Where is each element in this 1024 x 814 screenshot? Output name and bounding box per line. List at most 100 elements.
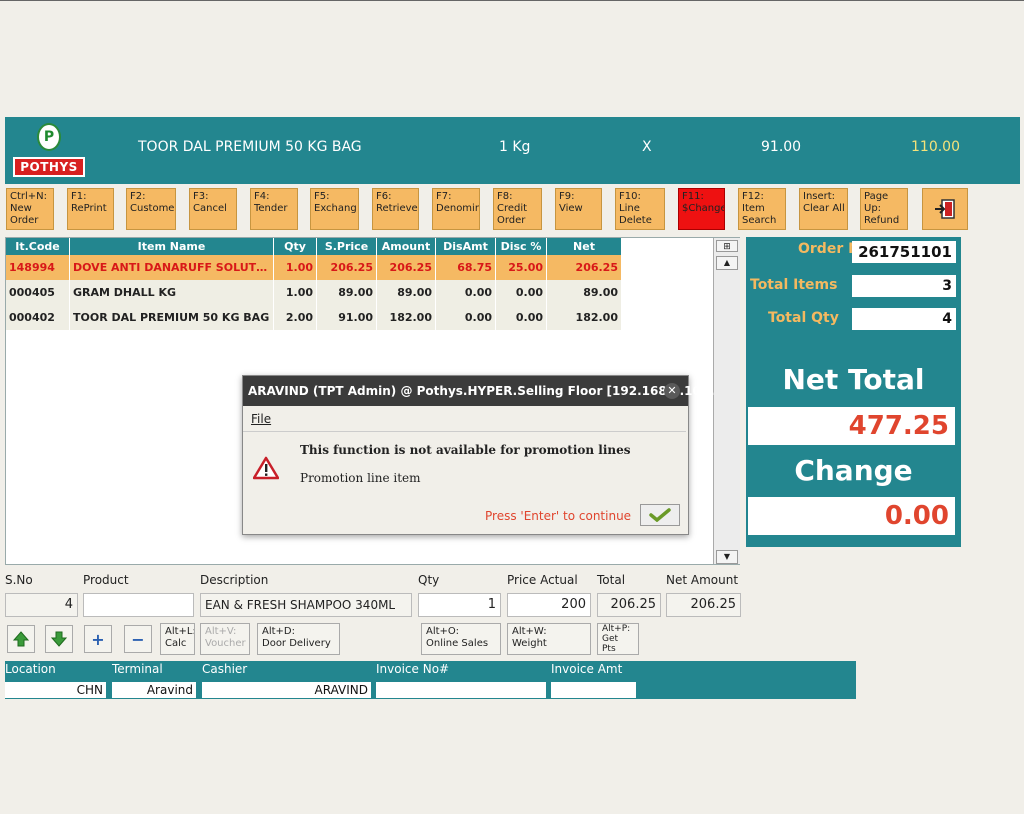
- window-top-border: [0, 0, 1024, 1]
- column-header-sprice[interactable]: S.Price: [317, 238, 377, 255]
- cell-disamt: 68.75: [436, 255, 496, 280]
- voucher-button[interactable]: Alt+V: Voucher: [200, 623, 250, 655]
- exchange-button-line-2: Exchang: [314, 203, 357, 214]
- online-sales-shortcut: Alt+O:: [426, 626, 459, 637]
- item-search-button-line-3: Search: [742, 215, 777, 226]
- column-header-net-amount[interactable]: Net Amount: [547, 238, 622, 270]
- decrease-qty-button[interactable]: −: [124, 625, 152, 653]
- exit-icon: [935, 199, 955, 219]
- calc-label: Calc: [165, 638, 187, 649]
- column-header-disamt[interactable]: DisAmt: [436, 238, 496, 255]
- logo-text: POTHYS: [13, 157, 85, 177]
- header-multiply: X: [642, 139, 652, 155]
- cell-itcode: 148994: [6, 255, 70, 280]
- new-order-button-line-3: Order: [10, 215, 39, 226]
- tender-button[interactable]: F4: Tender: [250, 188, 298, 230]
- weight-label: Weight: [512, 638, 547, 649]
- item-search-button[interactable]: F12: Item Search: [738, 188, 786, 230]
- line-delete-button-line-2: Line: [619, 203, 640, 214]
- door-delivery-shortcut: Alt+D:: [262, 626, 295, 637]
- move-up-button[interactable]: [7, 625, 35, 653]
- table-row[interactable]: 000405 GRAM DHALL KG 1.00 89.00 89.00 0.00 0.0…: [6, 280, 622, 305]
- invoice-amt-value: [551, 682, 636, 698]
- table-row[interactable]: 148994 DOVE ANTI DANARUFF SOLUTI... 1.00 20…: [6, 255, 622, 280]
- net-total-label: Net Total: [782, 363, 925, 396]
- clear-all-button[interactable]: Insert: Clear All: [799, 188, 848, 230]
- cell-disc: 0.00: [496, 280, 547, 305]
- table-row[interactable]: 000402 TOOR DAL PREMIUM 50 KG BAG 2.00 91.0…: [6, 305, 622, 330]
- promotion-error-dialog: ARAVIND (TPT Admin) @ Pothys.HYPER.Selli…: [242, 375, 715, 535]
- net-amount-field: 206.25: [666, 593, 741, 617]
- tender-button-line-1: F4:: [254, 191, 270, 202]
- refund-button-line-3: Refund: [864, 215, 900, 226]
- column-header-itcode[interactable]: It.Code: [6, 238, 70, 255]
- total-label: Total: [597, 573, 626, 587]
- plus-icon: +: [91, 629, 105, 649]
- change-value: 0.00: [748, 497, 955, 535]
- cancel-button[interactable]: F3: Cancel: [189, 188, 237, 230]
- ok-button[interactable]: [640, 504, 680, 526]
- customer-button[interactable]: F2: Custome: [126, 188, 176, 230]
- view-button[interactable]: F9: View: [555, 188, 602, 230]
- total-items-value: 3: [852, 275, 956, 297]
- arrow-up-icon: [13, 631, 29, 647]
- clear-all-button-line-2: Clear All: [803, 203, 845, 214]
- price-actual-label: Price Actual: [507, 573, 578, 587]
- dialog-menu-file[interactable]: File: [243, 406, 686, 432]
- view-button-line-2: View: [559, 203, 583, 214]
- voucher-shortcut: Alt+V:: [205, 626, 237, 637]
- column-header-disc[interactable]: Disc %: [496, 238, 547, 255]
- description-label: Description: [200, 573, 269, 587]
- cell-qty: 2.00: [274, 305, 317, 330]
- price-actual-input[interactable]: 200: [507, 593, 591, 617]
- grid-scrollbar[interactable]: ⊞ ▲ ▼: [713, 238, 740, 564]
- credit-order-button-line-1: F8:: [497, 191, 513, 202]
- cell-disc: 25.00: [496, 255, 547, 280]
- column-header-amount[interactable]: Amount: [377, 238, 436, 255]
- move-down-button[interactable]: [45, 625, 73, 653]
- scroll-up-icon[interactable]: ▲: [716, 256, 738, 270]
- weight-button[interactable]: Alt+W: Weight: [507, 623, 591, 655]
- close-icon[interactable]: ✕: [664, 383, 680, 399]
- cell-disamt: 0.00: [436, 305, 496, 330]
- cell-qty: 1.00: [274, 280, 317, 305]
- net-amount-label: Net Amount: [666, 573, 739, 587]
- line-delete-button[interactable]: F10: Line Delete: [615, 188, 665, 230]
- credit-order-button[interactable]: F8: Credit Order: [493, 188, 542, 230]
- cell-net-amount: 206.25: [547, 255, 622, 280]
- location-label: Location: [5, 662, 56, 676]
- get-points-button[interactable]: Alt+P: Get Pts: [597, 623, 639, 655]
- exchange-button[interactable]: F5: Exchang: [310, 188, 359, 230]
- door-delivery-button[interactable]: Alt+D: Door Delivery: [257, 623, 340, 655]
- calc-button[interactable]: Alt+L: Calc: [160, 623, 195, 655]
- cell-item-name: DOVE ANTI DANARUFF SOLUTI...: [70, 255, 274, 280]
- arrow-down-icon: [51, 631, 67, 647]
- online-sales-button[interactable]: Alt+O: Online Sales: [421, 623, 501, 655]
- column-chooser-icon[interactable]: ⊞: [716, 240, 738, 252]
- online-sales-label: Online Sales: [426, 638, 489, 649]
- view-button-line-1: F9:: [559, 191, 575, 202]
- sno-label: S.No: [5, 573, 33, 587]
- denomination-button-line-1: F7:: [436, 191, 452, 202]
- tender-button-line-2: Tender: [254, 203, 288, 214]
- column-header-item-name[interactable]: Item Name: [70, 238, 274, 255]
- retrieve-button-line-1: F6:: [376, 191, 392, 202]
- retrieve-button[interactable]: F6: Retrieve: [372, 188, 419, 230]
- column-header-qty[interactable]: Qty: [274, 238, 317, 255]
- scroll-down-icon[interactable]: ▼: [716, 550, 738, 564]
- qty-input[interactable]: 1: [418, 593, 501, 617]
- exit-button[interactable]: [922, 188, 968, 230]
- warning-icon: [252, 456, 280, 483]
- change-button[interactable]: F11: $Change: [678, 188, 725, 230]
- dialog-title[interactable]: ARAVIND (TPT Admin) @ Pothys.HYPER.Selli…: [243, 376, 715, 406]
- product-input[interactable]: [83, 593, 194, 617]
- cell-itcode: 000405: [6, 280, 70, 305]
- voucher-label: Voucher: [205, 638, 246, 649]
- reprint-button[interactable]: F1: RePrint: [67, 188, 114, 230]
- refund-button[interactable]: Page Up: Refund: [860, 188, 908, 230]
- increase-qty-button[interactable]: +: [84, 625, 112, 653]
- exchange-button-line-1: F5:: [314, 191, 330, 202]
- dialog-title-text: ARAVIND (TPT Admin) @ Pothys.HYPER.Selli…: [248, 384, 715, 398]
- denomination-button[interactable]: F7: Denomin: [432, 188, 480, 230]
- new-order-button[interactable]: Ctrl+N: New Order: [6, 188, 54, 230]
